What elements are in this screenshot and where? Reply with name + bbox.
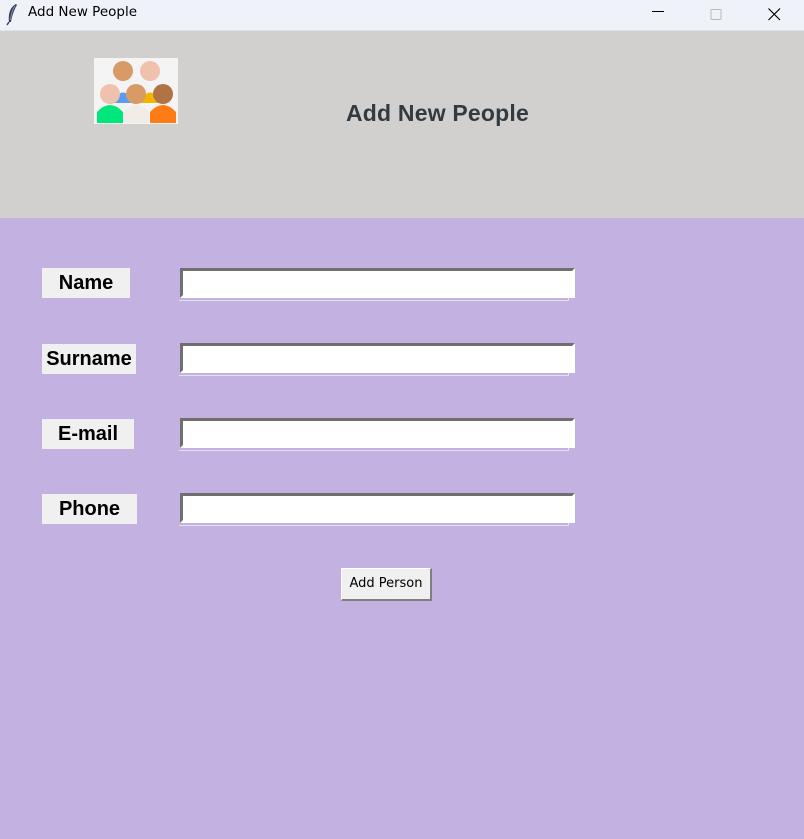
feather-icon — [4, 2, 20, 26]
close-icon — [768, 8, 781, 21]
phone-field[interactable] — [180, 493, 575, 523]
name-label: Name — [42, 268, 130, 298]
email-label: E-mail — [42, 419, 134, 449]
surname-label: Surname — [42, 344, 136, 374]
maximize-icon — [710, 9, 722, 20]
window-title: Add New People — [28, 4, 138, 20]
minimize-button[interactable] — [630, 0, 686, 30]
title-bar: Add New People — [0, 0, 804, 31]
add-person-button[interactable]: Add Person — [341, 568, 432, 601]
surname-field[interactable] — [180, 343, 575, 373]
header-panel: Add New People — [0, 31, 804, 218]
maximize-button[interactable] — [688, 0, 744, 30]
name-field[interactable] — [180, 268, 575, 298]
close-button[interactable] — [746, 0, 802, 30]
minimize-icon — [652, 11, 664, 12]
page-title: Add New People — [346, 100, 529, 126]
email-field[interactable] — [180, 418, 575, 448]
phone-label: Phone — [42, 494, 137, 524]
people-group-icon — [94, 58, 178, 124]
